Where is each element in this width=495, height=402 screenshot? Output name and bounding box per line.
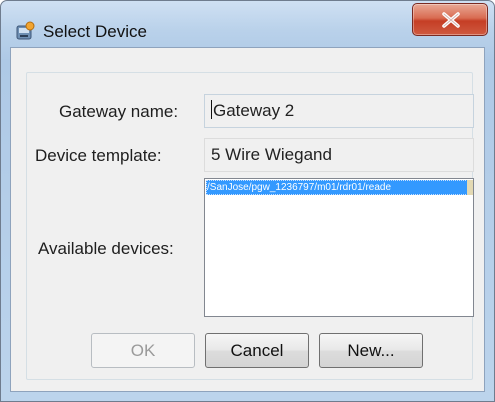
device-template-value: 5 Wire Wiegand <box>211 145 332 164</box>
text-caret <box>211 100 212 119</box>
gateway-name-field[interactable]: Gateway 2 <box>204 94 474 128</box>
window-title: Select Device <box>43 22 147 41</box>
device-template-label: Device template: <box>35 146 162 165</box>
app-icon <box>15 21 35 41</box>
list-item[interactable]: /SanJose/pgw_1236797/m01/rdr01/reade <box>206 180 473 195</box>
cancel-button[interactable]: Cancel <box>205 333 309 368</box>
close-icon <box>442 12 460 28</box>
gateway-name-label: Gateway name: <box>59 102 179 121</box>
scroll-indicator <box>467 180 473 195</box>
close-button[interactable] <box>412 3 488 36</box>
ok-button[interactable]: OK <box>91 333 195 368</box>
gateway-name-value: Gateway 2 <box>213 101 295 120</box>
device-template-field: 5 Wire Wiegand <box>204 138 474 172</box>
new-button[interactable]: New... <box>319 333 423 368</box>
available-devices-list[interactable]: /SanJose/pgw_1236797/m01/rdr01/reade <box>204 178 474 317</box>
available-devices-label: Available devices: <box>38 239 174 258</box>
select-device-dialog: Select Device Gateway name: Gateway 2 De… <box>0 0 495 402</box>
